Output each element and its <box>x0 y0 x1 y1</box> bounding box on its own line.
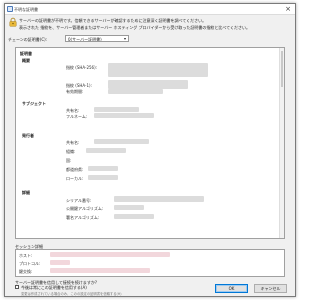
host-value-redacted <box>50 252 170 257</box>
title-bar: 不明な証明書 × <box>5 4 295 15</box>
certificate-scrollbar[interactable] <box>279 48 284 238</box>
public-key-label: 公開鍵アルゴリズム: <box>66 206 104 211</box>
key-exchange-value-redacted <box>50 268 150 273</box>
issuer-state-redacted <box>88 166 118 171</box>
session-details-panel: ホスト: プロトコル: 鍵交換: <box>15 249 285 277</box>
serial-label: シリアル番号: <box>66 198 92 203</box>
chain-certificate-select[interactable]: 0(サーバー証明書) ▾ <box>65 35 129 42</box>
issuer-heading: 発行者 <box>22 133 34 138</box>
subject-full-name-redacted <box>94 113 154 118</box>
remember-note: 変更は作成されている場合のみ、このの設定の証明書を信頼する(H) <box>21 292 122 296</box>
signature-redacted <box>114 214 154 219</box>
unknown-certificate-dialog: 不明な証明書 × サーバーの証明書が不明です。信頼できるサーバーが確認するために… <box>4 3 296 297</box>
issuer-org-label: 組織: <box>66 149 76 154</box>
validity-value-redacted <box>108 89 163 94</box>
host-label: ホスト: <box>19 253 33 258</box>
issuer-org-redacted <box>86 148 126 153</box>
warning-message-2: 表示された 指紋を、サーバー管理者またはサーバー ホスティング プロバイダーから… <box>19 25 251 30</box>
issuer-common-name-redacted <box>94 139 149 144</box>
subject-full-name-label: フルネーム: <box>66 114 88 119</box>
issuer-common-name-label: 共有名: <box>66 140 80 145</box>
lock-icon <box>9 17 17 27</box>
overview-heading: 概要 <box>22 58 30 63</box>
app-icon <box>7 6 13 12</box>
subject-common-name-redacted <box>94 107 139 112</box>
chevron-down-icon: ▾ <box>123 36 126 41</box>
always-trust-checkbox[interactable] <box>15 285 19 289</box>
cancel-button[interactable]: キャンセル <box>254 284 287 293</box>
details-heading: 詳細 <box>22 190 30 195</box>
issuer-locality-label: ローカル: <box>66 176 84 181</box>
subject-heading: サブジェクト <box>22 101 46 106</box>
certificate-title: 証明書 <box>20 51 32 56</box>
key-exchange-label: 鍵交換: <box>19 269 33 274</box>
validity-label: 有効期間: <box>66 89 84 94</box>
warning-message-1: サーバーの証明書が不明です。信頼できるサーバーが確認するために注意深く証明書を調… <box>19 18 207 23</box>
protocol-value-redacted <box>50 260 70 265</box>
sha256-label: 指紋 (SHA-256): <box>66 65 98 70</box>
certificate-details-panel[interactable]: 証明書 概要 指紋 (SHA-256): 指紋 (SHA-1): 有効期間: サ… <box>15 47 285 239</box>
sha256-value-redacted <box>108 63 208 77</box>
serial-redacted <box>114 196 204 202</box>
sha1-value-redacted <box>108 80 188 89</box>
chain-selected-value: 0(サーバー証明書) <box>68 37 102 42</box>
issuer-country-label: 国: <box>66 158 72 163</box>
protocol-label: プロトコル: <box>19 261 41 266</box>
chain-label: チェーンの証明書(C): <box>8 37 48 42</box>
public-key-redacted <box>114 205 144 210</box>
close-icon[interactable]: × <box>284 5 292 13</box>
ok-button[interactable]: OK <box>215 284 248 293</box>
issuer-state-label: 都道府県: <box>66 167 84 172</box>
scrollbar-thumb[interactable] <box>281 51 283 87</box>
issuer-locality-redacted <box>88 175 118 180</box>
signature-label: 署名アルゴリズム: <box>66 215 100 220</box>
window-title: 不明な証明書 <box>14 7 38 12</box>
